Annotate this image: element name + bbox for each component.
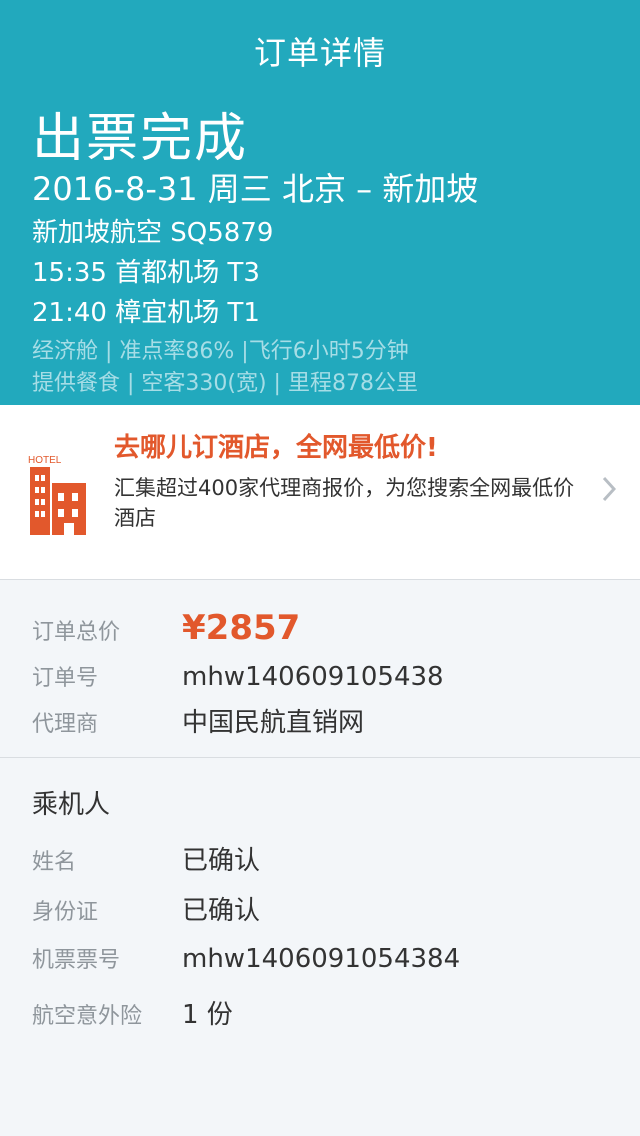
flight-header: 订单详情 出票完成 2016-8-31 周三 北京 – 新加坡 新加坡航空 SQ… (0, 0, 640, 405)
insurance-row: 航空意外险 1 份 (32, 994, 233, 1031)
page-title: 订单详情 (253, 34, 386, 72)
airline-flight-number: 新加坡航空 SQ5879 (32, 218, 274, 248)
insurance-label: 航空意外险 (32, 1004, 143, 1029)
ticket-number-label: 机票票号 (32, 948, 121, 973)
agent-row: 代理商 中国民航直销网 (32, 702, 364, 739)
agent-value: 中国民航直销网 (182, 708, 365, 738)
order-total-price: ¥2857 (182, 608, 301, 648)
ticket-status: 出票完成 (32, 109, 249, 169)
passenger-name-label: 姓名 (32, 850, 77, 875)
passenger-name-row: 姓名 已确认 (32, 840, 260, 877)
passenger-section: 乘机人 姓名 已确认 身份证 已确认 机票票号 mhw1406091054384… (0, 760, 640, 1136)
hotel-building-icon: HOTEL (28, 453, 88, 537)
passenger-name-value: 已确认 (182, 846, 261, 876)
ticket-number-row: 机票票号 mhw1406091054384 (32, 942, 460, 974)
ticket-number-value: mhw1406091054384 (182, 944, 461, 974)
agent-label: 代理商 (32, 712, 99, 737)
hotel-promo-desc: 汇集超过400家代理商报价，为您搜索全网最低价酒店 (114, 476, 575, 530)
passenger-section-title: 乘机人 (32, 790, 111, 820)
hotel-promo-title: 去哪儿订酒店，全网最低价! (114, 433, 438, 463)
order-total-row: 订单总价 ¥2857 (32, 608, 300, 648)
hotel-promo-banner[interactable]: HOTEL 去哪儿订酒店，全网最低价! 汇集超过400家代理商报价，为您搜索全网… (0, 405, 640, 580)
order-total-label: 订单总价 (32, 620, 121, 645)
arrival-info: 21:40 樟宜机场 T1 (32, 298, 260, 328)
insurance-value: 1 份 (182, 1000, 233, 1030)
departure-info: 15:35 首都机场 T3 (32, 258, 260, 288)
order-number-label: 订单号 (32, 666, 99, 691)
hotel-icon-text: HOTEL (28, 455, 62, 466)
order-number-row: 订单号 mhw140609105438 (32, 660, 444, 692)
passenger-id-row: 身份证 已确认 (32, 890, 260, 927)
order-number-value: mhw140609105438 (182, 662, 444, 692)
flight-meta-service: 提供餐食 | 空客330(宽) | 里程878公里 (32, 371, 418, 396)
flight-meta-cabin: 经济舱 | 准点率86% |飞行6小时5分钟 (32, 339, 409, 364)
passenger-id-value: 已确认 (182, 896, 261, 926)
order-info-section: 订单总价 ¥2857 订单号 mhw140609105438 代理商 中国民航直… (0, 590, 640, 758)
flight-route: 2016-8-31 周三 北京 – 新加坡 (32, 170, 479, 208)
chevron-right-icon[interactable] (602, 476, 617, 506)
passenger-id-label: 身份证 (32, 900, 99, 925)
